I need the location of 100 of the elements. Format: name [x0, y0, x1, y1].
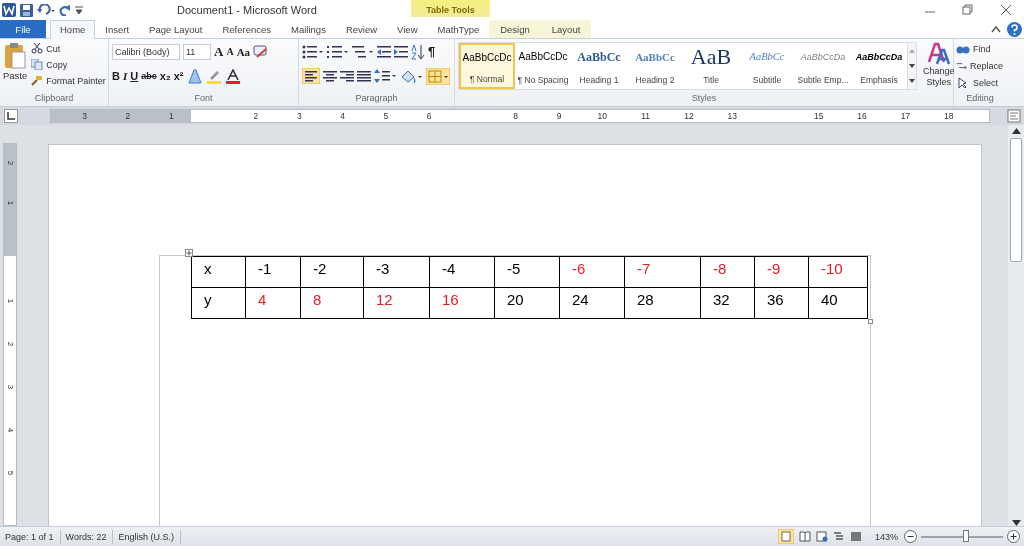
zoom-slider-thumb[interactable]: [963, 529, 970, 542]
format-painter-button[interactable]: Format Painter: [31, 74, 106, 87]
ribbon-tab[interactable]: Design: [489, 20, 541, 38]
change-styles-button[interactable]: Change Styles: [923, 42, 955, 93]
select-button[interactable]: Select: [956, 76, 1003, 89]
show-formatting-button[interactable]: ¶: [428, 45, 436, 59]
page-count[interactable]: Page: 1 of 1: [0, 529, 61, 544]
style-item[interactable]: AaBbCc Heading 1: [571, 43, 627, 89]
ribbon-tab[interactable]: Mailings: [281, 20, 336, 38]
ruler-number: 5: [382, 110, 390, 122]
bold-button[interactable]: B: [112, 69, 120, 83]
vertical-scrollbar[interactable]: [1008, 125, 1024, 526]
ruler-number: 6: [425, 110, 433, 122]
zoom-in-icon[interactable]: [1007, 530, 1020, 543]
table-cell: 8: [300, 287, 364, 319]
style-item[interactable]: AaBbCcDa Emphasis: [851, 43, 907, 89]
gallery-scrollbar[interactable]: [908, 42, 917, 90]
ribbon-tab[interactable]: References: [212, 20, 282, 38]
strikethrough-button[interactable]: abc: [141, 69, 157, 83]
replace-button[interactable]: Replace: [956, 59, 1003, 72]
change-case-button[interactable]: Aa: [236, 45, 251, 59]
more-icon[interactable]: [908, 78, 916, 85]
ribbon-tab[interactable]: Insert: [95, 20, 140, 38]
bullets-icon[interactable]: [302, 45, 324, 59]
ribbon-tab[interactable]: MathType: [427, 20, 490, 38]
scroll-down-icon[interactable]: [908, 63, 916, 69]
clipboard-icon: [4, 42, 27, 70]
zoom-out-icon[interactable]: [904, 530, 917, 543]
ruler-number: 2: [124, 110, 132, 122]
font-size-field[interactable]: 11: [183, 44, 211, 60]
underline-button[interactable]: U: [130, 69, 139, 83]
word-icon[interactable]: [2, 3, 16, 17]
line-spacing-icon[interactable]: [374, 69, 396, 83]
web-layout-icon[interactable]: [815, 531, 828, 542]
borders-icon[interactable]: [426, 67, 450, 85]
shrink-font-button[interactable]: A: [226, 45, 234, 59]
ruler-number: 1: [167, 110, 175, 122]
table-cell: 12: [363, 287, 430, 319]
outline-icon[interactable]: [832, 531, 845, 542]
restore-icon[interactable]: [962, 4, 974, 16]
close-icon[interactable]: [1000, 4, 1012, 16]
style-item[interactable]: AaBbCc Subtitle: [739, 43, 795, 89]
full-screen-reading-icon[interactable]: [798, 531, 811, 542]
ribbon-tab[interactable]: Review: [335, 20, 388, 38]
customize-toolbar-icon[interactable]: [75, 5, 83, 15]
text-effects-icon[interactable]: [186, 68, 203, 84]
align-right-icon[interactable]: [340, 70, 354, 82]
zoom-level[interactable]: 143%: [874, 531, 898, 542]
style-item[interactable]: AaBbCcDa Subtle Emp...: [795, 43, 851, 89]
save-icon[interactable]: [20, 3, 33, 17]
find-button[interactable]: Find: [956, 42, 1003, 55]
increase-indent-icon[interactable]: [394, 45, 408, 59]
sort-icon[interactable]: [411, 44, 425, 60]
ribbon-tab[interactable]: Home: [50, 20, 96, 39]
style-item[interactable]: AaB Title: [683, 43, 739, 89]
scrollbar-thumb[interactable]: [1010, 138, 1022, 262]
undo-icon[interactable]: [37, 4, 55, 16]
table-cell: -1: [245, 256, 301, 288]
table-cell: 4: [245, 287, 301, 319]
paste-button[interactable]: Paste: [3, 42, 28, 93]
italic-button[interactable]: I: [122, 69, 128, 83]
subscript-button[interactable]: x₂: [159, 69, 171, 83]
style-item[interactable]: AaBbCcDc ¶ No Spacing: [515, 43, 571, 89]
center-icon[interactable]: [323, 70, 337, 82]
scissors-icon: [31, 43, 44, 54]
ribbon-tab[interactable]: View: [387, 20, 428, 38]
style-item[interactable]: AaBbCcDc ¶ Normal: [459, 43, 515, 89]
contextual-tab-header: Table Tools: [411, 0, 490, 17]
numbering-icon[interactable]: [327, 45, 349, 59]
decrease-indent-icon[interactable]: [377, 45, 391, 59]
ruler-number: 3: [5, 383, 15, 392]
font-color-icon[interactable]: [224, 68, 241, 84]
scroll-up-icon[interactable]: [1011, 128, 1021, 134]
justify-icon[interactable]: [357, 70, 371, 82]
align-left-icon[interactable]: [302, 68, 320, 84]
help-icon[interactable]: [1007, 21, 1022, 37]
vertical-ruler[interactable]: 2 1 1 2 3 4 5: [3, 143, 17, 526]
tab-selector-icon[interactable]: [4, 109, 18, 123]
font-name-field[interactable]: Calibri (Body): [112, 44, 180, 60]
grow-font-button[interactable]: A: [214, 45, 224, 59]
style-item[interactable]: AaBbCc Heading 2: [627, 43, 683, 89]
word-count[interactable]: Words: 22: [60, 529, 114, 544]
copy-button[interactable]: Copy: [31, 58, 106, 71]
superscript-button[interactable]: x²: [173, 69, 184, 83]
multilevel-list-icon[interactable]: [352, 45, 374, 59]
shading-icon[interactable]: [399, 68, 423, 84]
horizontal-ruler[interactable]: 3 2 1 2 3 4 5 6 8 9 10 11 12 13 15 16 17 18: [50, 109, 990, 123]
clear-formatting-icon[interactable]: [253, 45, 270, 59]
cut-button[interactable]: Cut: [31, 42, 106, 55]
ruler-number: 2: [252, 110, 260, 122]
ribbon-tab[interactable]: File: [0, 20, 46, 38]
draft-icon[interactable]: [849, 531, 862, 542]
ribbon-tab[interactable]: Layout: [540, 20, 592, 38]
language-indicator[interactable]: English (U.S.): [113, 529, 181, 544]
ruler-number: 5: [5, 469, 15, 478]
table-resize-handle[interactable]: [868, 319, 873, 324]
ribbon-tab[interactable]: Page Layout: [139, 20, 213, 38]
minimize-ribbon-icon[interactable]: [991, 25, 1001, 33]
table-move-handle[interactable]: [185, 249, 193, 257]
redo-icon[interactable]: [59, 4, 71, 16]
